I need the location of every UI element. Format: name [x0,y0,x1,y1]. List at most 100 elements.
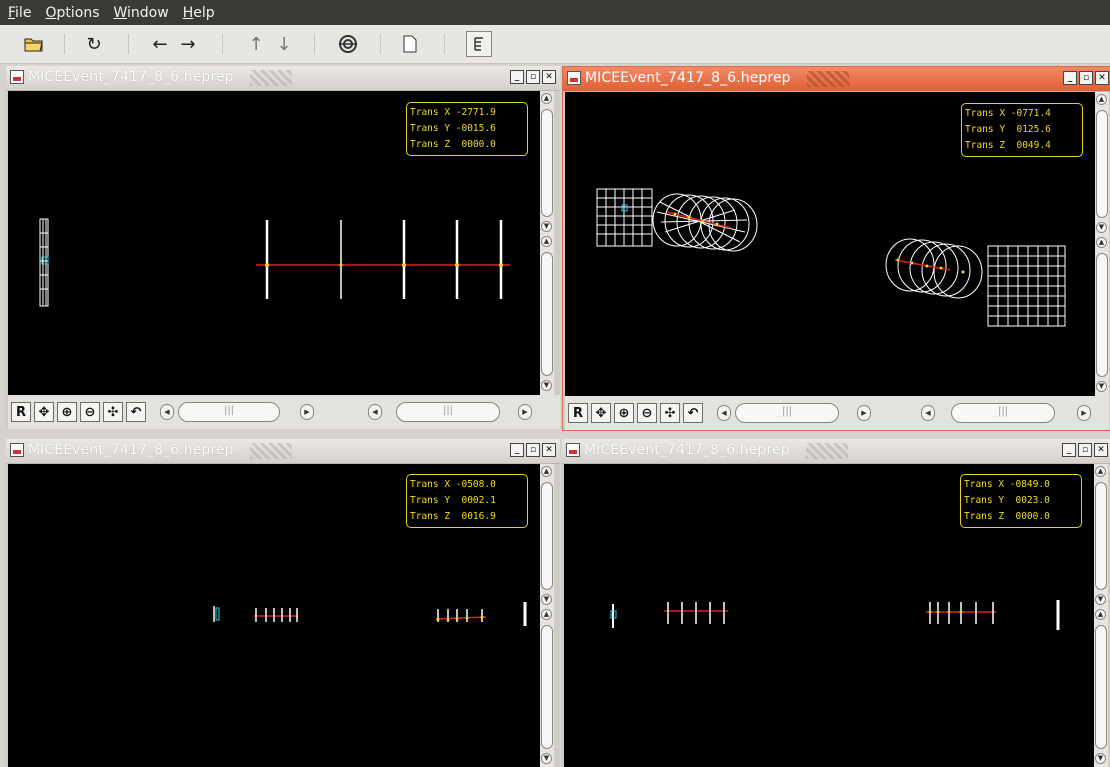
maximize-icon[interactable]: ▫ [526,70,540,84]
vertical-scrollbar[interactable]: ▲ ▼ [540,234,554,395]
scroll-thumb[interactable] [396,402,500,422]
menu-options[interactable]: Options [45,5,99,21]
scroll-up-icon[interactable]: ▲ [1095,609,1106,620]
pan-icon[interactable]: ✥ [34,402,54,422]
reload-icon[interactable]: ↻ [80,31,108,57]
scroll-up-icon[interactable]: ▲ [541,609,552,620]
scroll-thumb[interactable] [541,252,553,376]
scroll-left-icon[interactable]: ◀ [160,404,174,420]
open-folder-icon[interactable] [20,31,48,57]
pane-titlebar[interactable]: MICEEvent_7417_8_6.heprep _ ▫ ✕ [6,66,560,91]
horizontal-scrollbar[interactable]: ◀ ▶ [921,403,1097,423]
zoom-in-icon[interactable]: ⊕ [57,402,77,422]
scroll-left-icon[interactable]: ◀ [368,404,382,420]
back-arrow-icon[interactable]: ← [146,31,174,57]
scroll-right-icon[interactable]: ▶ [857,405,871,421]
detector-icon[interactable] [334,31,362,57]
zoom-out-icon[interactable]: ⊖ [637,403,657,423]
scroll-thumb[interactable] [951,403,1055,423]
vertical-scrollbar[interactable]: ▲ ▼ [1094,464,1108,607]
rotate-icon[interactable]: ↶ [126,402,146,422]
scroll-thumb[interactable] [541,482,553,590]
scroll-up-icon[interactable]: ▲ [1096,94,1107,105]
scroll-down-icon[interactable]: ▼ [541,594,552,605]
vertical-scrollbar[interactable]: ▲ ▼ [540,607,554,767]
scroll-down-icon[interactable]: ▼ [1095,594,1106,605]
zoom-out-icon[interactable]: ⊖ [80,402,100,422]
scroll-right-icon[interactable]: ▶ [518,404,532,420]
minimize-icon[interactable]: _ [1062,443,1076,457]
forward-arrow-icon[interactable]: → [174,31,202,57]
pan-icon[interactable]: ✥ [591,403,611,423]
move-icon[interactable]: ✣ [103,402,123,422]
viewer-pane-bottom-right[interactable]: MICEEvent_7417_8_6.heprep _ ▫ ✕ Trans X … [562,439,1110,767]
scroll-thumb[interactable] [1096,253,1108,377]
down-arrow-icon[interactable]: ↓ [270,31,298,57]
scroll-right-icon[interactable]: ▶ [1077,405,1091,421]
scroll-down-icon[interactable]: ▼ [541,221,552,232]
scroll-down-icon[interactable]: ▼ [541,380,552,391]
move-icon[interactable]: ✣ [660,403,680,423]
maximize-icon[interactable]: ▫ [1078,443,1092,457]
close-icon[interactable]: ✕ [1094,443,1108,457]
pane-title: MICEEvent_7417_8_6.heprep [584,442,790,458]
reset-view-button[interactable]: R [568,403,588,423]
scroll-right-icon[interactable]: ▶ [300,404,314,420]
vertical-scrollbar[interactable]: ▲ ▼ [540,464,554,607]
scroll-up-icon[interactable]: ▲ [541,93,552,104]
scroll-left-icon[interactable]: ◀ [717,405,731,421]
scroll-down-icon[interactable]: ▼ [541,753,552,764]
minimize-icon[interactable]: _ [1063,71,1077,85]
reset-view-button[interactable]: R [11,402,31,422]
event-display-canvas[interactable]: Trans X -2771.9 Trans Y -0015.6 Trans Z … [8,91,540,395]
rotate-icon[interactable]: ↶ [683,403,703,423]
menu-file[interactable]: File [8,5,31,21]
minimize-icon[interactable]: _ [510,70,524,84]
menu-window[interactable]: Window [113,5,168,21]
vertical-scrollbar[interactable]: ▲ ▼ [1095,235,1109,396]
pane-titlebar[interactable]: MICEEvent_7417_8_6.heprep _ ▫ ✕ [562,439,1110,464]
maximize-icon[interactable]: ▫ [1079,71,1093,85]
scroll-up-icon[interactable]: ▲ [1096,237,1107,248]
pane-titlebar[interactable]: MICEEvent_7417_8_6.heprep _ ▫ ✕ [563,67,1110,92]
scroll-thumb[interactable] [178,402,280,422]
scroll-thumb[interactable] [541,625,553,749]
scroll-down-icon[interactable]: ▼ [1096,381,1107,392]
scroll-down-icon[interactable]: ▼ [1096,222,1107,233]
minimize-icon[interactable]: _ [510,443,524,457]
vertical-scrollbar[interactable]: ▲ ▼ [1095,92,1109,235]
scroll-thumb[interactable] [541,109,553,217]
up-arrow-icon[interactable]: ↑ [242,31,270,57]
horizontal-scrollbar[interactable]: ◀ ▶ [160,402,330,422]
horizontal-scrollbar[interactable]: ◀ ▶ [717,403,887,423]
scroll-up-icon[interactable]: ▲ [541,236,552,247]
pane-titlebar[interactable]: MICEEvent_7417_8_6.heprep _ ▫ ✕ [6,439,560,464]
event-display-canvas[interactable]: Trans X -0771.4 Trans Y 0125.6 Trans Z 0… [565,92,1095,396]
scroll-up-icon[interactable]: ▲ [1095,466,1106,477]
scroll-up-icon[interactable]: ▲ [541,466,552,477]
scroll-thumb[interactable] [1095,482,1107,590]
zoom-in-icon[interactable]: ⊕ [614,403,634,423]
vertical-scrollbar[interactable]: ▲ ▼ [1094,607,1108,767]
scroll-thumb[interactable] [1095,625,1107,749]
scroll-left-icon[interactable]: ◀ [921,405,935,421]
maximize-icon[interactable]: ▫ [526,443,540,457]
vertical-scrollbar[interactable]: ▲ ▼ [540,91,554,234]
event-display-canvas[interactable]: Trans X -0849.0 Trans Y 0023.0 Trans Z 0… [564,464,1094,767]
tree-view-icon[interactable] [466,31,492,57]
viewer-pane-bottom-left[interactable]: MICEEvent_7417_8_6.heprep _ ▫ ✕ Trans X … [6,439,560,767]
close-icon[interactable]: ✕ [1095,71,1109,85]
toolbar-separator [314,34,315,54]
new-page-icon[interactable] [396,31,424,57]
event-display-canvas[interactable]: Trans X -0508.0 Trans Y 0002.1 Trans Z 0… [8,464,540,767]
viewer-pane-top-left[interactable]: MICEEvent_7417_8_6.heprep _ ▫ ✕ Trans X … [6,66,560,429]
scroll-thumb[interactable] [1096,110,1108,218]
horizontal-scrollbar[interactable]: ◀ ▶ [368,402,538,422]
scroll-down-icon[interactable]: ▼ [1095,753,1106,764]
viewer-pane-top-right[interactable]: MICEEvent_7417_8_6.heprep _ ▫ ✕ Trans X … [562,66,1110,431]
menu-help[interactable]: Help [183,5,215,21]
close-icon[interactable]: ✕ [542,70,556,84]
scroll-thumb[interactable] [735,403,839,423]
app-icon [10,70,24,84]
close-icon[interactable]: ✕ [542,443,556,457]
